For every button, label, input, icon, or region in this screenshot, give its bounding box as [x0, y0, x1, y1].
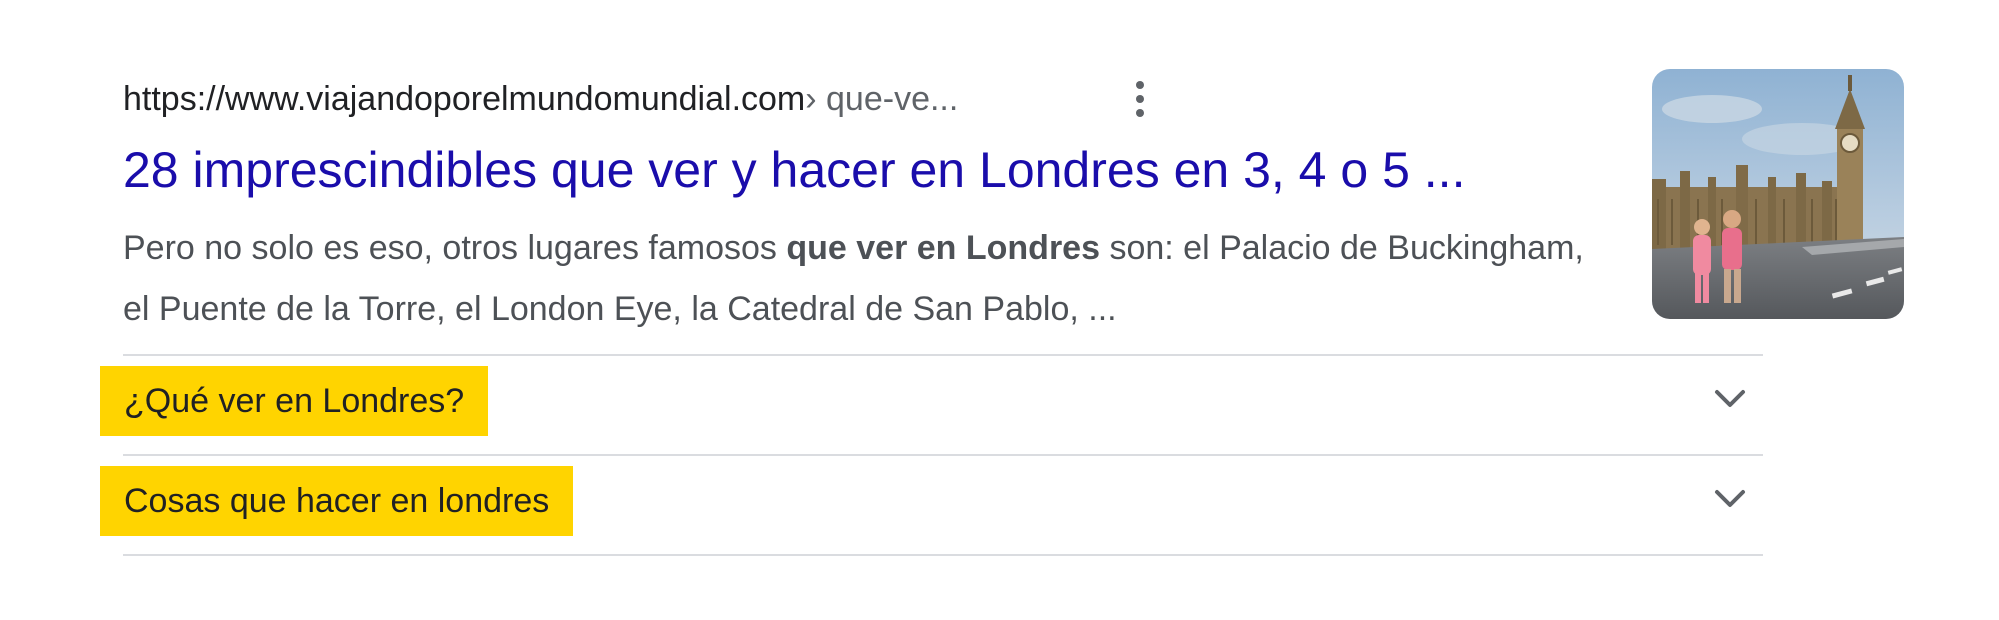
result-thumbnail[interactable]	[1652, 69, 1904, 319]
url-breadcrumb[interactable]: › que-ve...	[805, 80, 958, 119]
search-result: https://www.viajandoporelmundomundial.co…	[0, 0, 1999, 620]
snippet-highlight: que ver en Londres	[786, 229, 1100, 267]
divider	[123, 354, 1763, 356]
result-url[interactable]: https://www.viajandoporelmundomundial.co…	[123, 74, 958, 124]
chevron-down-icon[interactable]	[1712, 380, 1748, 416]
divider	[123, 554, 1763, 556]
more-options-icon[interactable]	[1125, 77, 1155, 121]
big-ben-thumbnail-image	[1652, 69, 1904, 319]
chevron-down-icon[interactable]	[1712, 480, 1748, 516]
faq-question[interactable]: ¿Qué ver en Londres?	[100, 366, 489, 436]
url-domain[interactable]: https://www.viajandoporelmundomundial.co…	[123, 80, 805, 119]
faq-question[interactable]: Cosas que hacer en londres	[100, 466, 574, 536]
result-snippet: Pero no solo es eso, otros lugares famos…	[123, 218, 1593, 340]
result-title-link[interactable]: 28 imprescindibles que ver y hacer en Lo…	[123, 140, 1465, 200]
faq-item-cosas-que-hacer[interactable]: Cosas que hacer en londres	[100, 458, 1763, 536]
faq-item-que-ver[interactable]: ¿Qué ver en Londres?	[100, 358, 1763, 436]
snippet-text: Pero no solo es eso, otros lugares famos…	[123, 229, 787, 267]
divider	[123, 454, 1763, 456]
